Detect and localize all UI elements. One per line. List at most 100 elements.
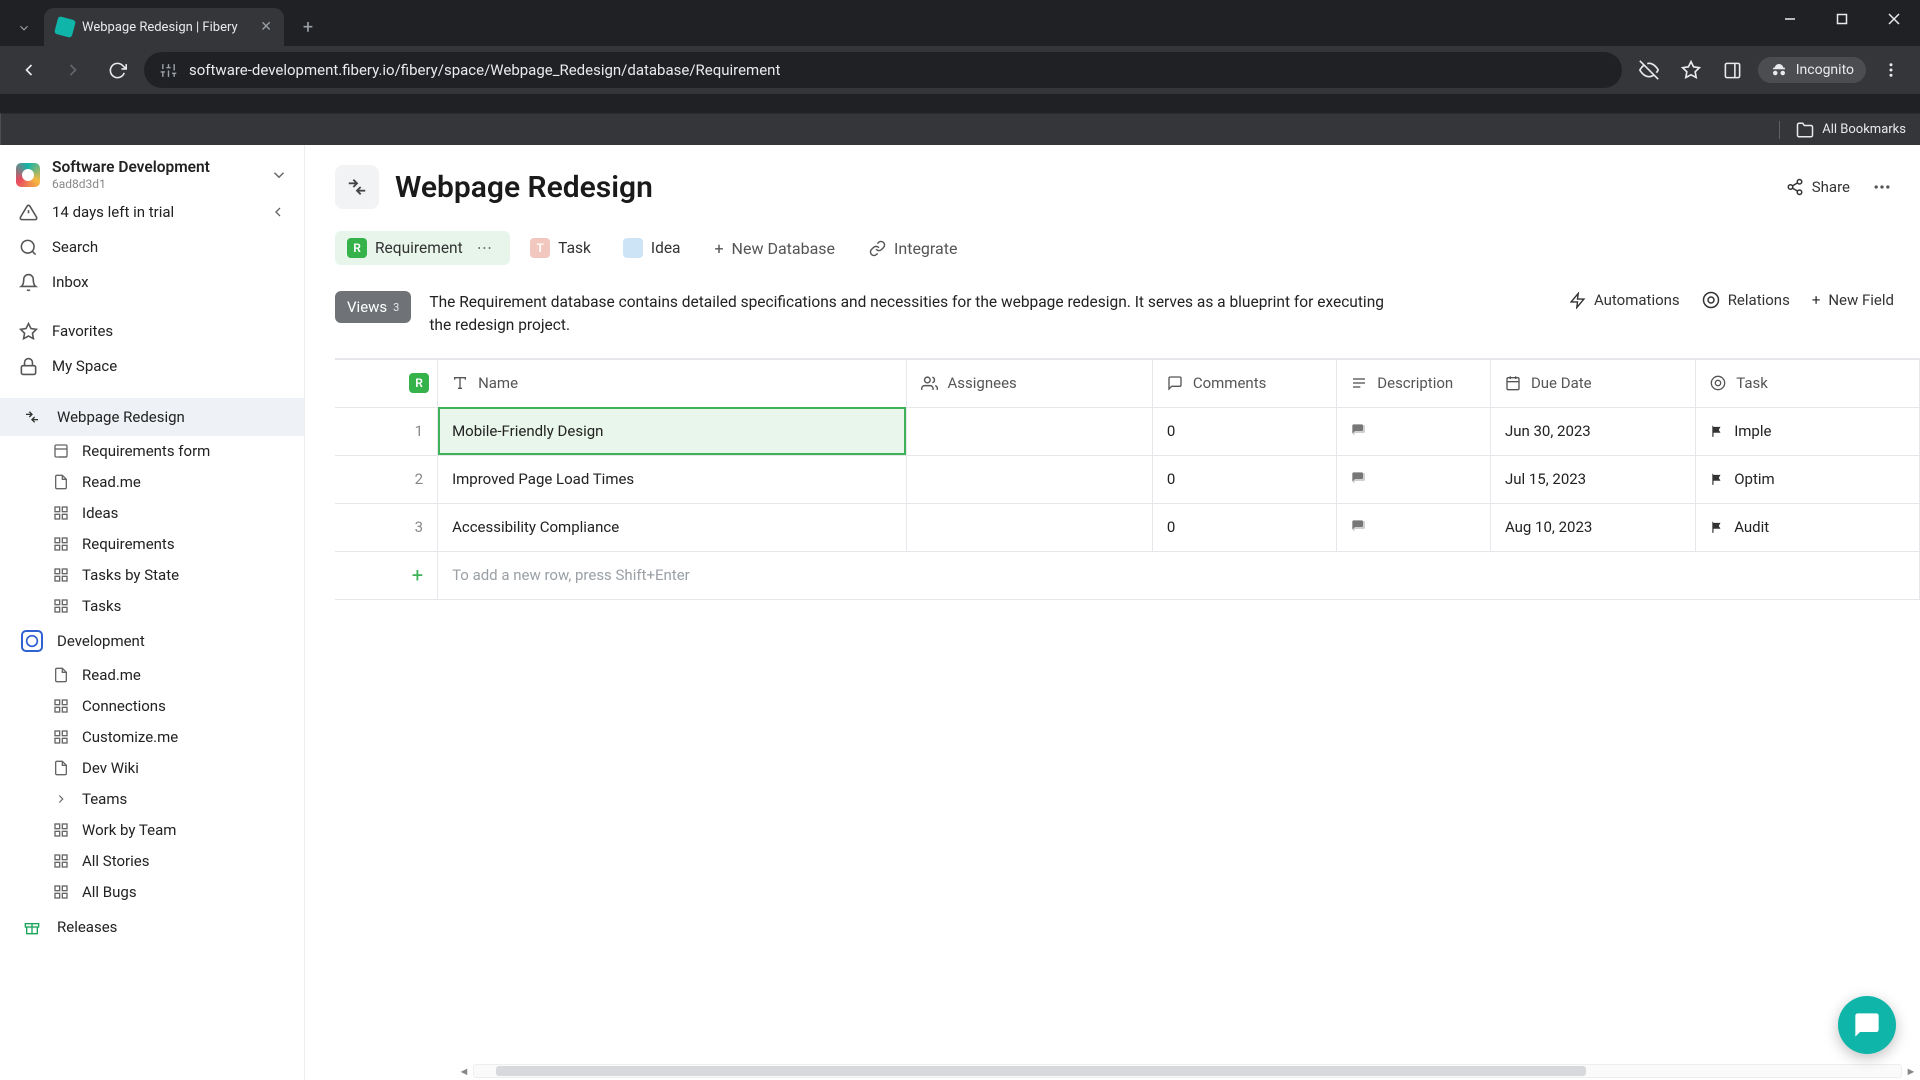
sidebar-view-ideas[interactable]: Ideas: [0, 498, 304, 529]
bookmark-star-icon[interactable]: [1674, 53, 1708, 87]
browser-tab[interactable]: Webpage Redesign | Fibery ✕: [44, 8, 284, 46]
sidebar-view-tasks-by-state[interactable]: Tasks by State: [0, 560, 304, 591]
page-more-icon[interactable]: [1872, 177, 1892, 197]
sidebar-item-myspace[interactable]: My Space: [0, 349, 304, 384]
add-row-plus-icon[interactable]: +: [335, 551, 438, 599]
sidebar-view-teams[interactable]: Teams: [0, 784, 304, 815]
sidebar-view-connections[interactable]: Connections: [0, 691, 304, 722]
cell-assignees[interactable]: [906, 455, 1152, 503]
browser-menu-icon[interactable]: [1874, 53, 1908, 87]
sidebar-view-tasks[interactable]: Tasks: [0, 591, 304, 622]
site-settings-icon[interactable]: [160, 62, 177, 79]
cell-description[interactable]: [1337, 455, 1491, 503]
trial-banner[interactable]: 14 days left in trial: [0, 195, 304, 230]
column-description[interactable]: Description: [1337, 359, 1491, 407]
close-window-icon[interactable]: [1868, 0, 1920, 38]
cell-assignees[interactable]: [906, 503, 1152, 551]
share-button[interactable]: Share: [1776, 172, 1860, 202]
sidebar-item-search[interactable]: Search: [0, 230, 304, 265]
db-tab-task[interactable]: TTask: [518, 231, 603, 265]
reload-button[interactable]: [100, 53, 134, 87]
collapse-sidebar-icon[interactable]: [270, 204, 286, 220]
sidebar-view-all-bugs[interactable]: All Bugs: [0, 877, 304, 908]
automations-button[interactable]: Automations: [1569, 291, 1680, 309]
cell-name[interactable]: Accessibility Compliance: [438, 503, 906, 551]
cell-name[interactable]: Mobile-Friendly Design: [438, 407, 906, 455]
cell-description[interactable]: [1337, 503, 1491, 551]
cell-task[interactable]: Optim: [1696, 455, 1920, 503]
relations-button[interactable]: Relations: [1702, 291, 1790, 309]
address-bar[interactable]: software-development.fibery.io/fibery/sp…: [144, 52, 1622, 88]
all-bookmarks-button[interactable]: All Bookmarks: [1822, 122, 1906, 137]
column-name[interactable]: Name: [438, 359, 906, 407]
bolt-icon: [1569, 292, 1586, 309]
new-database-button[interactable]: + New Database: [702, 232, 847, 265]
bell-icon: [18, 272, 38, 292]
row-number: 1: [335, 407, 438, 455]
folder-icon: [1796, 121, 1814, 139]
form-icon: [52, 442, 70, 460]
table-row[interactable]: 1Mobile-Friendly Design 0 Jun 30, 2023Impl…: [335, 407, 1920, 455]
space-icon[interactable]: [335, 165, 379, 209]
db-tab-more-icon[interactable]: ⋯: [471, 239, 499, 257]
cell-task[interactable]: Imple: [1696, 407, 1920, 455]
cell-assignees[interactable]: [906, 407, 1152, 455]
horizontal-scrollbar[interactable]: ◄ ►: [455, 1062, 1920, 1080]
scroll-left-icon[interactable]: ◄: [455, 1065, 473, 1078]
sidebar-view-read-me[interactable]: Read.me: [0, 660, 304, 691]
sidebar-view-all-stories[interactable]: All Stories: [0, 846, 304, 877]
sidebar-item-favorites[interactable]: Favorites: [0, 314, 304, 349]
scrollbar-thumb[interactable]: [496, 1066, 1586, 1076]
sidebar-space-releases[interactable]: Releases: [0, 908, 304, 946]
table-row[interactable]: 3Accessibility Compliance0Aug 10, 2023Au…: [335, 503, 1920, 551]
column-assignees[interactable]: Assignees: [906, 359, 1152, 407]
column-task[interactable]: Task: [1696, 359, 1920, 407]
eye-off-icon[interactable]: [1632, 53, 1666, 87]
help-chat-button[interactable]: [1838, 996, 1896, 1054]
new-tab-button[interactable]: +: [292, 11, 324, 43]
plus-icon: +: [714, 239, 723, 258]
views-button[interactable]: Views 3: [335, 291, 411, 323]
sidebar-view-requirements[interactable]: Requirements: [0, 529, 304, 560]
db-tab-idea[interactable]: Idea: [611, 231, 693, 265]
scroll-right-icon[interactable]: ►: [1902, 1065, 1920, 1078]
new-field-button[interactable]: + New Field: [1812, 291, 1894, 309]
cell-name[interactable]: Improved Page Load Times: [438, 455, 906, 503]
cell-comments[interactable]: 0: [1152, 407, 1336, 455]
incognito-label: Incognito: [1796, 62, 1854, 78]
sidebar-item-inbox[interactable]: Inbox: [0, 265, 304, 300]
cell-due[interactable]: Jun 30, 2023: [1490, 407, 1695, 455]
sidebar-space-webpage-redesign[interactable]: Webpage Redesign: [0, 398, 304, 436]
cell-comments[interactable]: 0: [1152, 503, 1336, 551]
incognito-badge[interactable]: Incognito: [1758, 57, 1866, 83]
minimize-icon[interactable]: [1764, 0, 1816, 38]
table-row[interactable]: 2Improved Page Load Times0Jul 15, 2023Op…: [335, 455, 1920, 503]
maximize-icon[interactable]: [1816, 0, 1868, 38]
forward-button[interactable]: [56, 53, 90, 87]
cell-task[interactable]: Audit: [1696, 503, 1920, 551]
back-button[interactable]: [12, 53, 46, 87]
cell-due[interactable]: Aug 10, 2023: [1490, 503, 1695, 551]
cell-description[interactable]: [1337, 407, 1491, 455]
sidebar-view-work-by-team[interactable]: Work by Team: [0, 815, 304, 846]
sidebar-view-read-me[interactable]: Read.me: [0, 467, 304, 498]
cell-due[interactable]: Jul 15, 2023: [1490, 455, 1695, 503]
cell-comments[interactable]: 0: [1152, 455, 1336, 503]
column-due-date[interactable]: Due Date: [1490, 359, 1695, 407]
sidebar-space-development[interactable]: Development: [0, 622, 304, 660]
tabs-search-icon[interactable]: [10, 14, 38, 42]
side-panel-icon[interactable]: [1716, 53, 1750, 87]
db-tab-requirement[interactable]: RRequirement⋯: [335, 231, 510, 265]
sidebar-view-customize-me[interactable]: Customize.me: [0, 722, 304, 753]
workspace-chevron-icon[interactable]: [270, 166, 288, 184]
workspace-switcher[interactable]: Software Development 6ad8d3d1: [0, 153, 304, 195]
note-icon: [1351, 423, 1476, 439]
sidebar-view-requirements-form[interactable]: Requirements form: [0, 436, 304, 467]
close-tab-icon[interactable]: ✕: [260, 19, 272, 35]
column-comments[interactable]: Comments: [1152, 359, 1336, 407]
workspace-id: 6ad8d3d1: [52, 177, 210, 191]
trial-text: 14 days left in trial: [52, 203, 174, 221]
sidebar-view-dev-wiki[interactable]: Dev Wiki: [0, 753, 304, 784]
integrate-button[interactable]: Integrate: [857, 232, 969, 265]
add-row[interactable]: +To add a new row, press Shift+Enter: [335, 551, 1920, 599]
